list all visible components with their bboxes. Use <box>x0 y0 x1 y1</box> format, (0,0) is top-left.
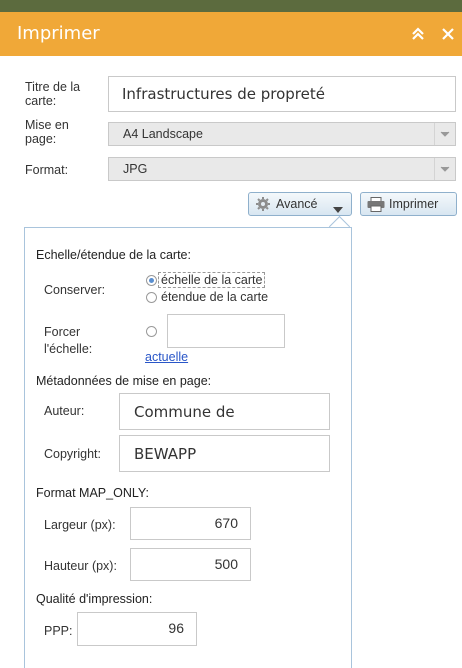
advanced-options-panel: Echelle/étendue de la carte: Conserver: … <box>24 227 352 668</box>
height-label: Hauteur (px): <box>44 559 117 573</box>
dpi-label: PPP: <box>44 624 73 638</box>
keep-extent-radio[interactable] <box>146 292 157 303</box>
dropdown-arrow-icon <box>434 158 455 180</box>
layout-select-value: A4 Landscape <box>123 127 203 141</box>
map-edge-strip <box>0 0 462 12</box>
height-input[interactable]: 500 <box>130 548 251 581</box>
format-select[interactable]: JPG <box>108 157 456 181</box>
maponly-section-title: Format MAP_ONLY: <box>36 486 149 500</box>
print-button[interactable]: Imprimer <box>360 192 457 216</box>
width-label: Largeur (px): <box>44 518 116 532</box>
map-title-label: Titre de la carte: <box>25 80 81 108</box>
author-input[interactable] <box>119 393 330 430</box>
metadata-section-title: Métadonnées de mise en page: <box>36 374 212 388</box>
force-scale-input[interactable] <box>167 314 285 348</box>
copyright-input[interactable] <box>119 435 330 472</box>
advanced-button[interactable]: Avancé <box>248 192 352 216</box>
printer-icon <box>367 197 385 215</box>
double-chevron-up-icon[interactable] <box>408 24 428 44</box>
close-icon[interactable] <box>440 24 462 44</box>
current-scale-link[interactable]: actuelle <box>145 350 188 364</box>
layout-label: Mise en page: <box>25 118 69 146</box>
keep-extent-label: étendue de la carte <box>161 290 269 304</box>
copyright-label: Copyright: <box>44 447 101 461</box>
dropdown-arrow-icon <box>434 123 455 145</box>
width-input[interactable]: 670 <box>130 507 251 540</box>
scale-section-title: Echelle/étendue de la carte: <box>36 248 191 262</box>
layout-select[interactable]: A4 Landscape <box>108 122 456 146</box>
print-button-label: Imprimer <box>389 197 439 211</box>
keep-label: Conserver: <box>44 283 106 297</box>
force-scale-label-1: Forcer <box>44 325 81 339</box>
force-scale-radio[interactable] <box>146 326 157 337</box>
panel-title: Imprimer <box>17 23 100 44</box>
map-title-input[interactable] <box>108 76 456 112</box>
dpi-input[interactable]: 96 <box>77 612 197 646</box>
gear-icon <box>255 196 271 215</box>
force-scale-label-2: l'échelle: <box>44 342 93 356</box>
dropdown-arrow-icon <box>333 202 343 216</box>
format-label: Format: <box>25 163 69 177</box>
keep-scale-label: échelle de la carte <box>158 272 266 288</box>
author-label: Auteur: <box>44 404 85 418</box>
format-select-value: JPG <box>123 162 148 176</box>
keep-scale-radio[interactable] <box>146 275 157 286</box>
panel-header: Imprimer <box>0 12 462 56</box>
quality-section-title: Qualité d'impression: <box>36 592 153 606</box>
advanced-button-label: Avancé <box>276 197 318 211</box>
